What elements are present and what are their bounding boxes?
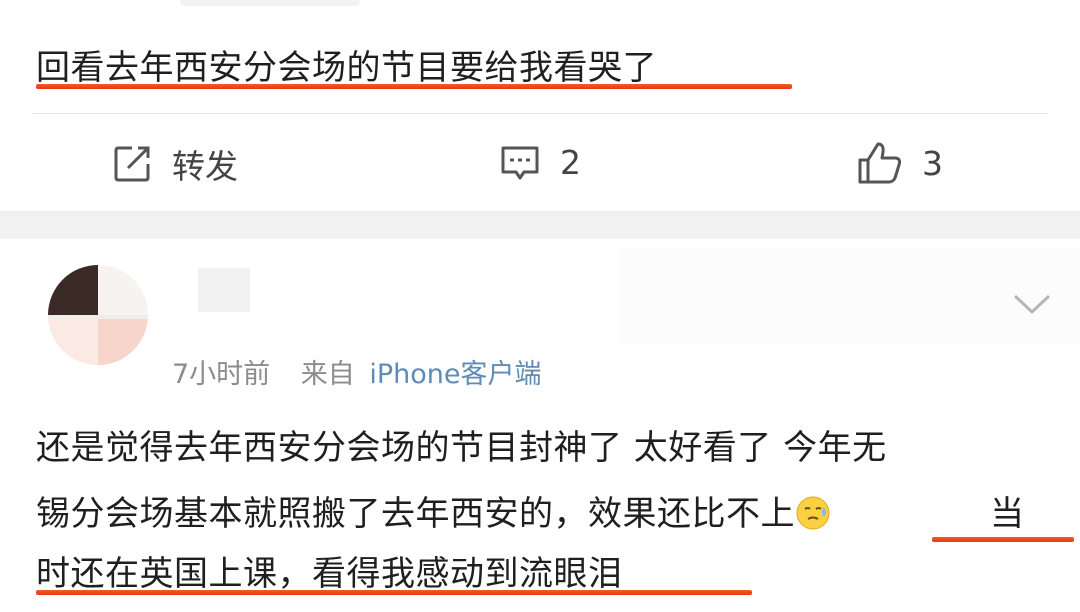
comment-underline-2 bbox=[36, 590, 752, 595]
sweat-emoji-icon bbox=[796, 496, 830, 530]
source-prefix: 来自 bbox=[300, 359, 355, 390]
repost-icon bbox=[114, 146, 150, 182]
post-text-underline bbox=[36, 84, 792, 89]
avatar[interactable] bbox=[48, 265, 148, 365]
repost-button[interactable]: 转发 bbox=[110, 140, 238, 188]
cropped-header-remnant bbox=[180, 0, 360, 6]
thumbs-up-icon bbox=[858, 142, 902, 184]
repost-label: 转发 bbox=[172, 147, 238, 186]
post-text: 回看去年西安分会场的节目要给我看哭了 bbox=[36, 48, 657, 88]
like-count: 3 bbox=[922, 143, 943, 183]
comment-line-3: 时还在英国上课，看得我感动到流眼泪 bbox=[36, 554, 623, 594]
source-device[interactable]: iPhone客户端 bbox=[369, 359, 541, 390]
comment-line-2: 锡分会场基本就照搬了去年西安的，效果还比不上 bbox=[36, 486, 831, 535]
comment-line-2-text: 锡分会场基本就照搬了去年西安的，效果还比不上 bbox=[36, 494, 795, 534]
comment-button[interactable]: 2 bbox=[498, 140, 581, 184]
comment-line-2-tail: 当 bbox=[990, 494, 1025, 534]
comment-time: 7小时前 bbox=[172, 359, 271, 390]
comment-count: 2 bbox=[560, 142, 581, 182]
header-redacted-block bbox=[620, 248, 1080, 344]
like-button[interactable]: 3 bbox=[856, 140, 943, 186]
card-separator bbox=[0, 211, 1080, 239]
comment-underline-1 bbox=[932, 537, 1074, 542]
comment-meta: 7小时前 来自 iPhone客户端 bbox=[172, 352, 542, 391]
chevron-down-icon[interactable] bbox=[1012, 292, 1052, 316]
comment-icon bbox=[501, 146, 539, 180]
username-redacted bbox=[198, 268, 250, 312]
post-divider bbox=[32, 113, 1048, 114]
comment-line-1: 还是觉得去年西安分会场的节目封神了 太好看了 今年无 bbox=[36, 428, 887, 468]
